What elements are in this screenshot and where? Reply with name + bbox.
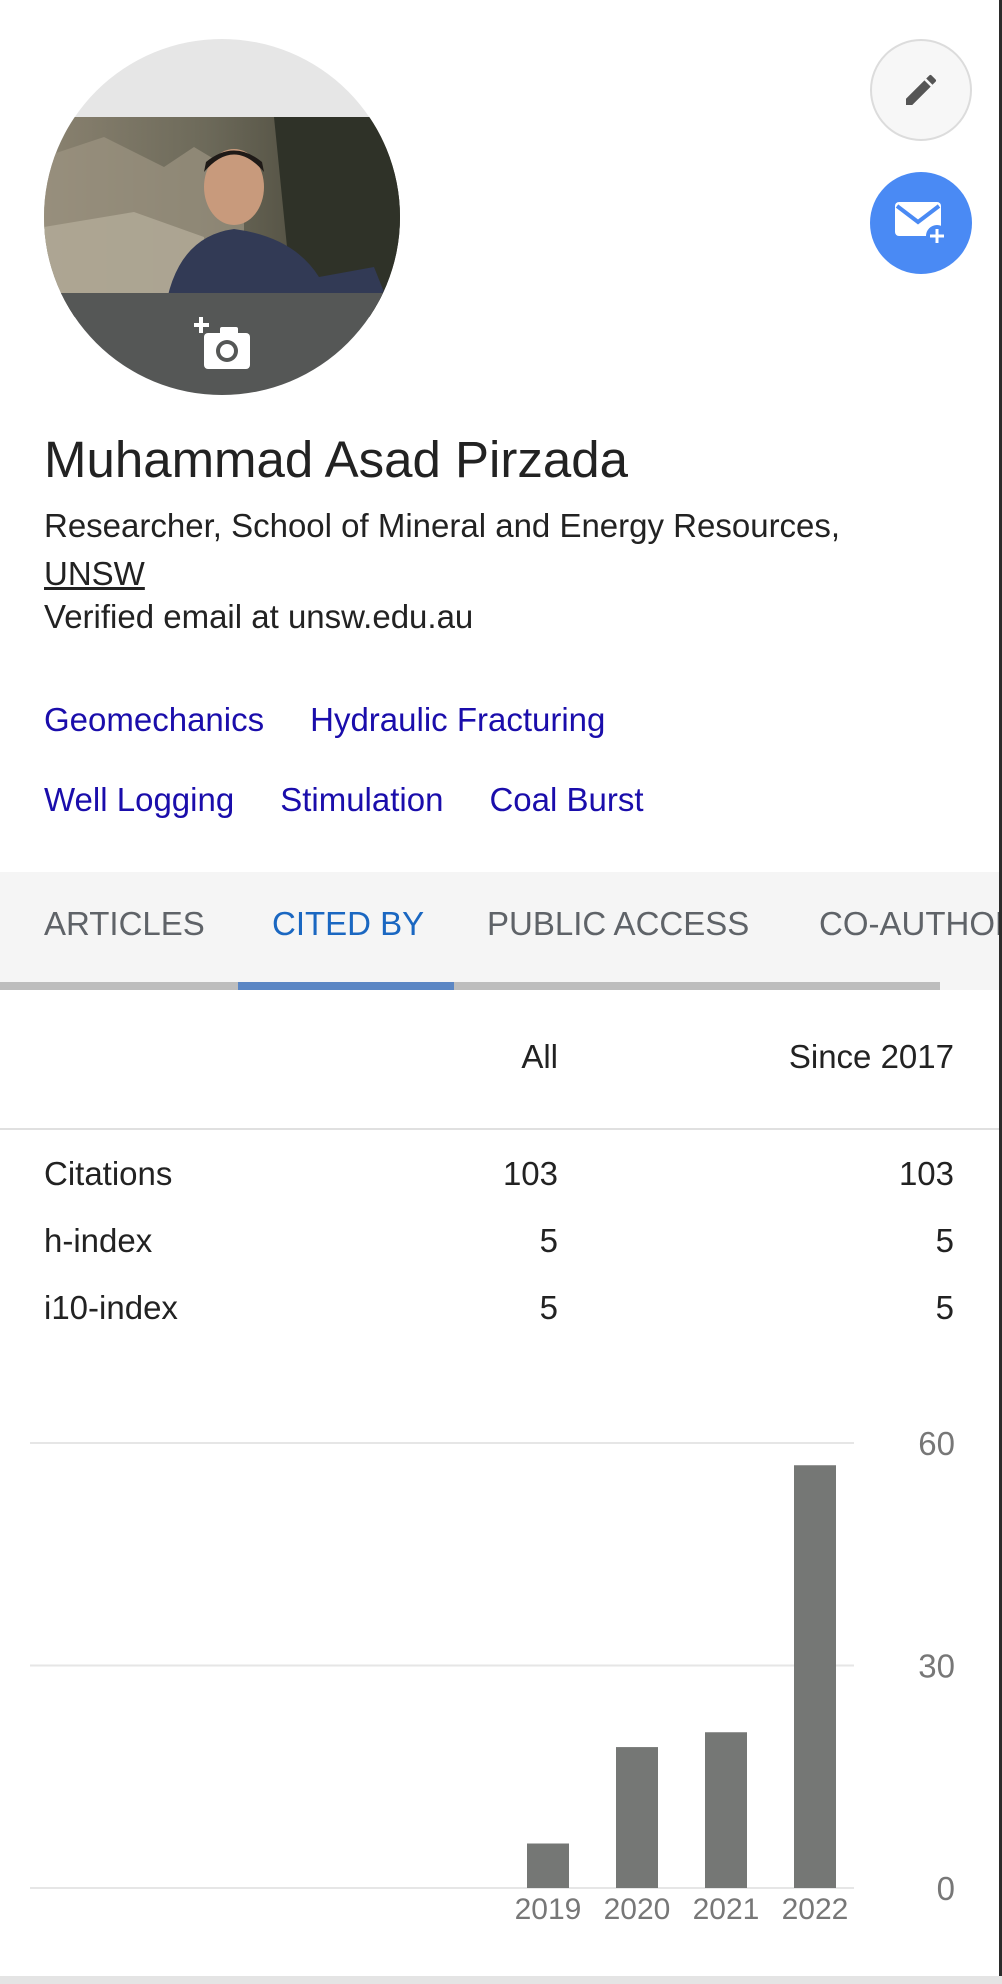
interest-link[interactable]: Hydraulic Fracturing [310, 701, 605, 739]
x-tick-label: 2020 [604, 1893, 671, 1926]
follow-button[interactable] [870, 172, 972, 274]
profile-tabs: ARTICLES CITED BY PUBLIC ACCESS CO-AUTHO… [0, 872, 999, 990]
stats-table-header: All Since 2017 [0, 990, 999, 1130]
x-tick-label: 2022 [782, 1893, 849, 1926]
tab-co-authors[interactable]: CO-AUTHORS [819, 905, 999, 943]
profile-avatar[interactable] [44, 39, 400, 395]
stat-label: i10-index [44, 1289, 178, 1326]
table-row: h-index 5 5 [0, 1222, 999, 1288]
column-since[interactable]: Since 2017 [789, 1038, 954, 1076]
camera-plus-icon[interactable] [194, 317, 254, 373]
table-row: Citations 103 103 [0, 1155, 999, 1221]
y-tick-label: 30 [918, 1648, 955, 1685]
profile-name: Muhammad Asad Pirzada [44, 431, 628, 488]
stat-all: 5 [539, 1289, 558, 1326]
affiliation-org-link[interactable]: UNSW [44, 555, 145, 592]
profile-photo [44, 117, 400, 317]
stat-label: Citations [44, 1155, 173, 1192]
citations-bar-chart: 0 30 60 2019 2020 2021 2022 [30, 1425, 955, 1926]
stat-all: 5 [539, 1222, 558, 1259]
pencil-icon [906, 74, 937, 105]
stat-label: h-index [44, 1222, 153, 1259]
interest-link[interactable]: Geomechanics [44, 701, 264, 739]
bottom-edge [0, 1976, 1002, 1984]
mail-plus-icon [895, 202, 948, 247]
stat-since: 103 [898, 1155, 954, 1192]
stat-since: 5 [935, 1289, 954, 1326]
interest-row: Geomechanics Hydraulic Fracturing [44, 680, 944, 760]
tab-scrollbar[interactable] [0, 982, 940, 990]
interest-link[interactable]: Stimulation [280, 781, 443, 819]
tab-public-access[interactable]: PUBLIC ACCESS [487, 905, 749, 943]
tab-cited-by[interactable]: CITED BY [272, 905, 424, 943]
interest-link[interactable]: Well Logging [44, 781, 234, 819]
bar-2022[interactable] [794, 1465, 836, 1888]
y-tick-label: 0 [937, 1870, 955, 1907]
bar-2019[interactable] [527, 1843, 569, 1889]
interest-row: Well Logging Stimulation Coal Burst [44, 760, 944, 840]
profile-affiliation: Researcher, School of Mineral and Energy… [44, 502, 944, 598]
stat-since: 5 [935, 1222, 954, 1259]
active-tab-indicator [238, 982, 454, 990]
x-tick-label: 2021 [693, 1893, 760, 1926]
affiliation-text: Researcher, School of Mineral and Energy… [44, 507, 841, 544]
stat-all: 103 [502, 1155, 558, 1192]
x-tick-label: 2019 [515, 1893, 582, 1926]
research-interests: Geomechanics Hydraulic Fracturing Well L… [44, 680, 944, 840]
table-row: i10-index 5 5 [0, 1289, 999, 1355]
bar-2020[interactable] [616, 1747, 658, 1888]
edit-profile-button[interactable] [870, 39, 972, 141]
verified-email: Verified email at unsw.edu.au [44, 598, 474, 635]
bar-2021[interactable] [705, 1732, 747, 1888]
tab-articles[interactable]: ARTICLES [44, 905, 205, 943]
column-all[interactable]: All [521, 1038, 558, 1076]
interest-link[interactable]: Coal Burst [489, 781, 643, 819]
y-tick-label: 60 [918, 1425, 955, 1462]
